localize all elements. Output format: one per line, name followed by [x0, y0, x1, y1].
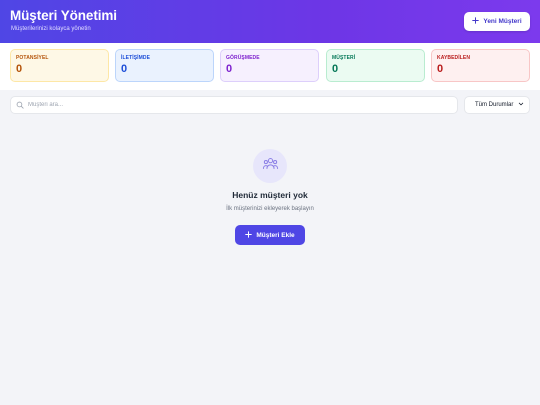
stat-label: MÜŞTERİ — [332, 55, 356, 61]
new-customer-label: Yeni Müşteri — [483, 18, 522, 25]
stat-card-potential: POTANSİYEL 0 — [10, 49, 109, 82]
stat-label: KAYBEDİLEN — [437, 55, 471, 61]
stat-card-customer: MÜŞTERİ 0 — [326, 49, 425, 82]
empty-state-title: Henüz müşteri yok — [232, 190, 308, 200]
status-filter-value: Tüm Durumlar — [475, 102, 514, 108]
chevron-down-icon — [518, 101, 524, 109]
stat-card-contacting: İLETİŞİMDE 0 — [115, 49, 214, 82]
stat-value: 0 — [437, 63, 444, 75]
plus-icon — [472, 17, 480, 26]
search-input[interactable] — [28, 102, 448, 108]
users-icon — [262, 155, 279, 177]
add-customer-button[interactable]: Müşteri Ekle — [235, 225, 305, 245]
stat-value: 0 — [121, 63, 128, 75]
page-subtitle: Müşterilerinizi kolayca yönetin — [11, 26, 91, 32]
empty-state-description: İlk müşterinizi ekleyerek başlayın — [226, 206, 314, 212]
plus-icon — [245, 230, 253, 240]
stat-value: 0 — [332, 63, 339, 75]
stat-label: POTANSİYEL — [16, 55, 49, 61]
app-header: Müşteri Yönetimi Müşterilerinizi kolayca… — [0, 0, 540, 43]
stat-label: GÖRÜŞMEDE — [226, 55, 260, 61]
new-customer-button[interactable]: Yeni Müşteri — [464, 12, 530, 31]
empty-state-icon-badge — [253, 149, 287, 183]
stat-value: 0 — [226, 63, 233, 75]
search-icon — [16, 96, 24, 114]
add-customer-label: Müşteri Ekle — [256, 231, 295, 239]
stat-card-lost: KAYBEDİLEN 0 — [431, 49, 530, 82]
status-filter-select[interactable]: Tüm Durumlar — [464, 96, 530, 114]
page-title: Müşteri Yönetimi — [10, 8, 117, 23]
stat-card-meeting: GÖRÜŞMEDE 0 — [220, 49, 319, 82]
search-box — [10, 96, 458, 114]
stat-label: İLETİŞİMDE — [121, 55, 151, 61]
stat-value: 0 — [16, 63, 23, 75]
